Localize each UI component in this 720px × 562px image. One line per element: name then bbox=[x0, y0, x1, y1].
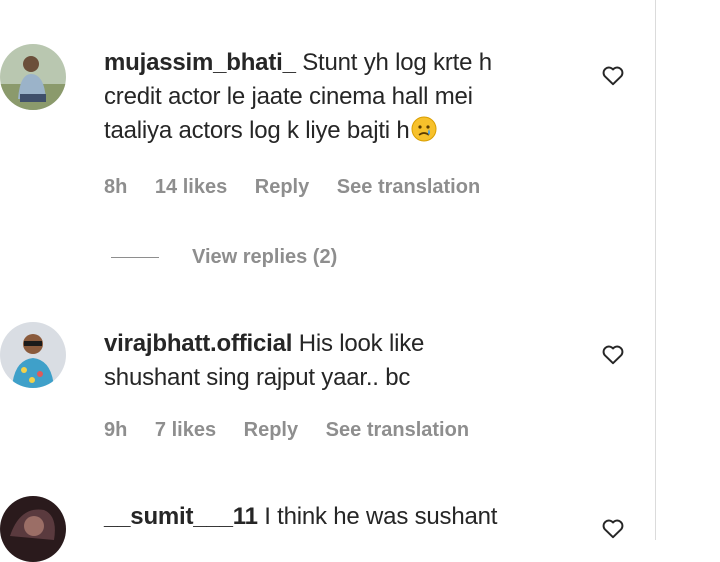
comment-body-line: credit actor le jaate cinema hall mei bbox=[104, 83, 473, 110]
comment-time: 8h bbox=[104, 176, 128, 198]
comment-text: __sumit___11 I think he was sushant bbox=[104, 500, 574, 534]
comment-username[interactable]: mujassim_bhati_ bbox=[104, 49, 296, 76]
comment-text: virajbhatt.official His look like shusha… bbox=[104, 327, 574, 395]
right-pane bbox=[656, 0, 720, 540]
crying-face-emoji-icon bbox=[411, 116, 437, 142]
comment-likes[interactable]: 7 likes bbox=[155, 419, 216, 441]
view-replies-button[interactable]: View replies (2) bbox=[111, 246, 337, 269]
comment-meta: 8h 14 likes Reply See translation bbox=[104, 176, 502, 199]
replies-line bbox=[111, 257, 159, 259]
heart-icon[interactable] bbox=[600, 515, 626, 541]
comment-body-line: taaliya actors log k liye bajti h bbox=[104, 117, 410, 144]
reply-button[interactable]: Reply bbox=[244, 419, 298, 441]
comment-body-line: shushant sing rajput yaar.. bc bbox=[104, 364, 411, 391]
avatar[interactable] bbox=[0, 496, 66, 562]
comment-body-line: Stunt yh log krte h bbox=[302, 49, 492, 76]
heart-icon[interactable] bbox=[600, 341, 626, 367]
comment-username[interactable]: virajbhatt.official bbox=[104, 330, 292, 357]
heart-icon[interactable] bbox=[600, 62, 626, 88]
reply-button[interactable]: Reply bbox=[255, 176, 309, 198]
comment-body-line: His look like bbox=[298, 330, 425, 357]
see-translation-button[interactable]: See translation bbox=[337, 176, 480, 198]
comment-text: mujassim_bhati_ Stunt yh log krte h cred… bbox=[104, 46, 574, 148]
comment-meta: 9h 7 likes Reply See translation bbox=[104, 419, 491, 442]
comment-time: 9h bbox=[104, 419, 128, 441]
comment-username[interactable]: __sumit___11 bbox=[104, 503, 258, 530]
comment-likes[interactable]: 14 likes bbox=[155, 176, 227, 198]
see-translation-button[interactable]: See translation bbox=[326, 419, 469, 441]
view-replies-label: View replies (2) bbox=[192, 246, 338, 268]
avatar[interactable] bbox=[0, 44, 66, 110]
comment-body-line: I think he was sushant bbox=[264, 503, 498, 530]
avatar[interactable] bbox=[0, 322, 66, 388]
